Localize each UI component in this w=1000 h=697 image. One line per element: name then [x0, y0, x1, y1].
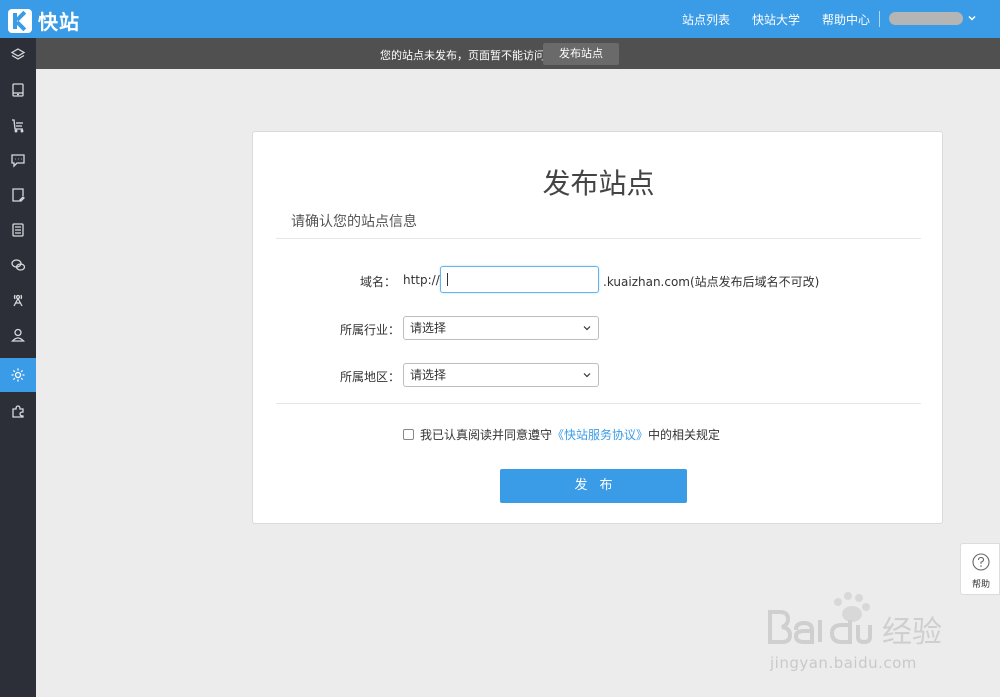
puzzle-icon — [12, 405, 24, 418]
wechat-icon — [11, 259, 26, 271]
agreement-row: 我已认真阅读并同意遵守 《快站服务协议》 中的相关规定 — [403, 426, 720, 443]
cart-icon — [12, 119, 24, 133]
sidebar-item-articles[interactable] — [0, 213, 36, 247]
sidebar-item-promote[interactable] — [0, 283, 36, 317]
sidebar-item-pages[interactable] — [0, 73, 36, 107]
nav-help-center[interactable]: 帮助中心 — [822, 11, 870, 28]
chevron-down-icon[interactable] — [966, 12, 978, 24]
sidebar-item-plugins[interactable] — [0, 394, 36, 428]
sidebar-item-users[interactable] — [0, 318, 36, 352]
sidebar-item-layers[interactable] — [0, 38, 36, 72]
question-icon — [972, 553, 990, 571]
help-widget[interactable]: 帮助 — [960, 543, 1000, 595]
industry-label: 所属行业： — [339, 323, 400, 337]
agree-checkbox[interactable] — [403, 429, 414, 440]
industry-select[interactable]: 请选择 — [403, 316, 599, 340]
svg-text:经验: 经验 — [882, 615, 942, 650]
sidebar-item-messages[interactable] — [0, 143, 36, 177]
sidebar-item-edit[interactable] — [0, 178, 36, 212]
publish-button[interactable]: 发布 — [500, 469, 687, 503]
divider — [276, 238, 921, 239]
logo[interactable]: 快站 — [8, 6, 80, 35]
unpublished-notice-bar: 您的站点未发布，页面暂不能访问。 发布站点 — [36, 38, 1000, 69]
publish-site-button[interactable]: 发布站点 — [543, 43, 619, 65]
industry-select-value: 请选择 — [410, 321, 447, 335]
chat-icon — [11, 154, 25, 168]
nav-kuaizhan-university[interactable]: 快站大学 — [752, 11, 800, 28]
region-select[interactable]: 请选择 — [403, 363, 599, 387]
sidebar-item-wechat[interactable] — [0, 248, 36, 282]
broadcast-tower-icon — [13, 294, 23, 307]
region-select-value: 请选择 — [410, 368, 447, 382]
agree-text-after: 中的相关规定 — [648, 428, 721, 442]
chevron-down-icon — [583, 373, 591, 378]
sidebar-item-settings[interactable] — [0, 358, 36, 392]
gear-icon — [11, 368, 25, 382]
domain-suffix: .kuaizhan.com(站点发布后域名不可改) — [603, 275, 820, 289]
user-icon — [11, 328, 25, 342]
chevron-down-icon — [583, 326, 591, 331]
agree-text-before: 我已认真阅读并同意遵守 — [420, 428, 553, 442]
watermark-text: jingyan.baidu.com — [770, 654, 917, 672]
divider — [276, 403, 921, 404]
notice-text: 您的站点未发布，页面暂不能访问。 — [380, 49, 556, 62]
sidebar — [0, 38, 36, 697]
help-label: 帮助 — [971, 580, 990, 590]
service-agreement-link[interactable]: 《快站服务协议》 — [552, 426, 648, 443]
tablet-icon — [12, 83, 24, 97]
sidebar-item-shop[interactable] — [0, 108, 36, 142]
logo-text: 快站 — [38, 10, 80, 34]
domain-input[interactable] — [440, 266, 599, 293]
nav-site-list[interactable]: 站点列表 — [682, 11, 730, 28]
section-subtitle: 请确认您的站点信息 — [291, 214, 417, 230]
region-label: 所属地区： — [339, 370, 400, 384]
kuaizhan-logo-icon — [8, 8, 32, 33]
doc-edit-icon — [12, 188, 25, 202]
nav-divider — [879, 11, 880, 27]
domain-label: 域名： — [359, 275, 396, 289]
page-title: 发布站点 — [542, 167, 655, 200]
publish-site-card: 发布站点 请确认您的站点信息 域名： http:// .kuaizhan.com… — [252, 131, 943, 524]
domain-prefix: http:// — [403, 273, 440, 287]
user-account-menu[interactable] — [889, 12, 963, 25]
top-nav: 站点列表 快站大学 帮助中心 — [660, 0, 870, 38]
list-icon — [12, 223, 24, 237]
top-header: 快站 站点列表 快站大学 帮助中心 — [0, 0, 1000, 38]
text-caret — [447, 273, 448, 286]
layers-icon — [10, 48, 26, 60]
